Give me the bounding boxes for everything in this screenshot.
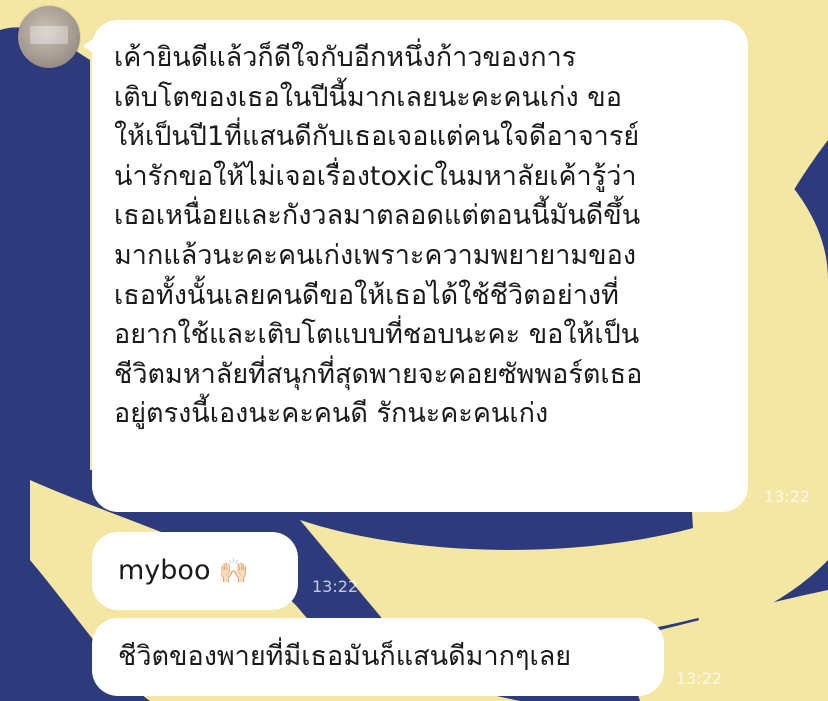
message-text: myboo: [118, 555, 211, 586]
message-text: เค้ายินดีแล้วก็ดีใจกับอีกหนึ่งก้าวของการ…: [114, 42, 643, 430]
bubble-tail: [83, 36, 97, 56]
message-timestamp: 13:22: [676, 669, 723, 688]
message-timestamp: 13:22: [312, 577, 359, 596]
message-text-row: myboo 🙌🏻: [118, 553, 248, 589]
message-bubble[interactable]: myboo 🙌🏻: [92, 532, 298, 610]
sender-avatar[interactable]: [18, 6, 80, 68]
message-timestamp: 13:22: [764, 487, 811, 506]
message-text: ชีวิตของพายที่มีเธอมันก็แสนดีมากๆเลย: [118, 641, 572, 672]
avatar-photo: [30, 26, 68, 44]
message-bubble[interactable]: เค้ายินดีแล้วก็ดีใจกับอีกหนึ่งก้าวของการ…: [83, 20, 748, 512]
message-bubble[interactable]: ชีวิตของพายที่มีเธอมันก็แสนดีมากๆเลย: [92, 618, 664, 696]
raising-hands-emoji: 🙌🏻: [218, 557, 249, 585]
